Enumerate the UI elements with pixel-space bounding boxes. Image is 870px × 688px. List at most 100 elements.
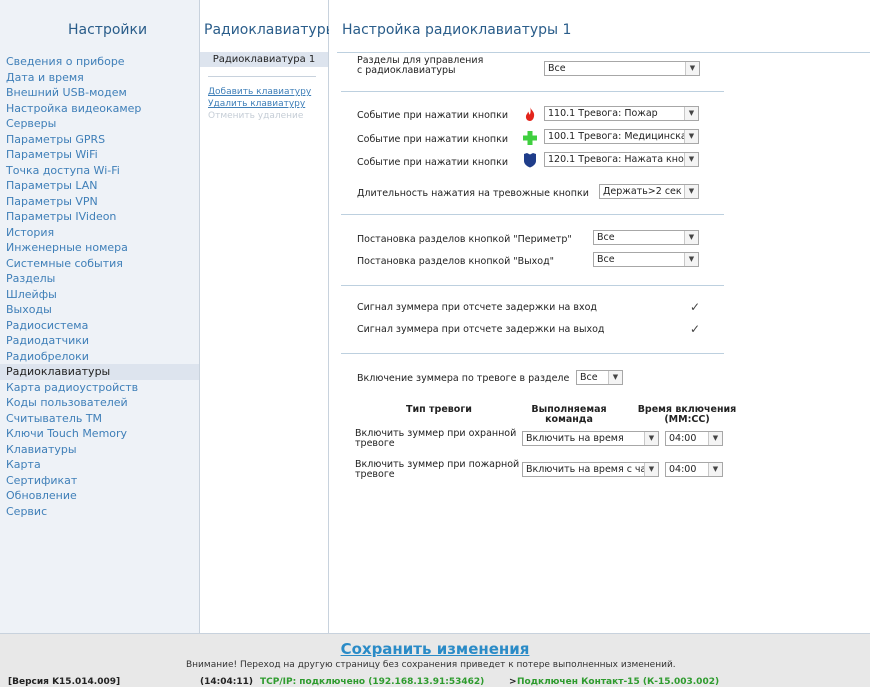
perimeter-select[interactable]: Все ▼ (593, 230, 699, 245)
nav-item[interactable]: Сведения о приборе (0, 54, 199, 70)
buzzer-entry-checkbox[interactable]: ✓ (689, 301, 701, 313)
event-panic-label: Событие при нажатии кнопки (357, 157, 509, 168)
row-fire-label: Включить зуммер при пожарной тревоге (355, 460, 519, 480)
fire-command-value: Включить на время с чатотой (526, 464, 658, 475)
alarm-buzzer-select[interactable]: Все ▼ (576, 370, 623, 385)
nav-item[interactable]: Системные события (0, 256, 199, 272)
guard-command-select[interactable]: Включить на время ▼ (522, 431, 659, 446)
keyboards-title: Радиоклавиатуры (204, 22, 337, 38)
nav-item[interactable]: Радиосистема (0, 318, 199, 334)
event-fire-select[interactable]: 110.1 Тревога: Пожар ▼ (544, 106, 699, 121)
nav-item[interactable]: Радиодатчики (0, 333, 199, 349)
status-bar: [Версия K15.014.009] (14:04:11) TCP/IP: … (0, 677, 870, 688)
nav-item[interactable]: Выходы (0, 302, 199, 318)
nav-item[interactable]: Параметры IVideon (0, 209, 199, 225)
exit-select[interactable]: Все ▼ (593, 252, 699, 267)
divider (341, 353, 724, 354)
chevron-down-icon: ▼ (644, 432, 658, 445)
settings-sidebar: Настройки Сведения о приборе Дата и время… (0, 0, 200, 633)
buzzer-exit-checkbox[interactable]: ✓ (689, 323, 701, 335)
chevron-down-icon: ▼ (684, 153, 698, 166)
partitions-select[interactable]: Все ▼ (544, 61, 700, 76)
fire-icon (525, 107, 535, 121)
divider (341, 285, 724, 286)
event-panic-value: 120.1 Тревога: Нажата кнопка (548, 154, 698, 165)
exit-label: Постановка разделов кнопкой "Выход" (357, 256, 555, 267)
chevron-down-icon: ▼ (708, 432, 722, 445)
add-keyboard-link[interactable]: Добавить клавиатуру (208, 87, 311, 97)
police-shield-icon (524, 153, 536, 168)
keyboard-item-1[interactable]: Радиоклавиатура 1 (200, 52, 328, 67)
chevron-down-icon: ▼ (684, 231, 698, 244)
nav-item[interactable]: Считыватель ТМ (0, 411, 199, 427)
chevron-down-icon: ▼ (708, 463, 722, 476)
page-title: Настройка радиоклавиатуры 1 (342, 22, 572, 38)
save-area: Сохранить изменения (0, 640, 870, 658)
event-fire-label: Событие при нажатии кнопки (357, 110, 509, 121)
guard-time-select[interactable]: 04:00 ▼ (665, 431, 723, 446)
col-alarm-type: Тип тревоги (406, 404, 472, 415)
divider (341, 214, 724, 215)
nav-item[interactable]: Точка доступа Wi-Fi (0, 163, 199, 179)
nav-item[interactable]: Сертификат (0, 473, 199, 489)
undo-delete-link: Отменить удаление (208, 111, 304, 121)
nav-item[interactable]: Шлейфы (0, 287, 199, 303)
chevron-down-icon: ▼ (685, 62, 699, 75)
chevron-down-icon: ▼ (644, 463, 658, 476)
unsaved-warning: Внимание! Переход на другую страницу без… (186, 660, 676, 670)
event-panic-select[interactable]: 120.1 Тревога: Нажата кнопка ▼ (544, 152, 699, 167)
hold-duration-select[interactable]: Держать>2 сек ▼ (599, 184, 699, 199)
divider (341, 91, 724, 92)
nav-item[interactable]: Коды пользователей (0, 395, 199, 411)
main-panel: Настройка радиоклавиатуры 1 Разделы для … (329, 0, 870, 633)
nav-item[interactable]: Радиобрелоки (0, 349, 199, 365)
nav-item[interactable]: Параметры WiFi (0, 147, 199, 163)
col-time-line2: (ММ:СС) (664, 414, 710, 425)
nav-item[interactable]: Настройка видеокамер (0, 101, 199, 117)
nav-item[interactable]: Параметры GPRS (0, 132, 199, 148)
nav-item[interactable]: Ключи Touch Memory (0, 426, 199, 442)
chevron-down-icon: ▼ (684, 253, 698, 266)
chevron-down-icon: ▼ (684, 130, 698, 143)
col-command: Выполняемая команда (519, 405, 619, 425)
fire-command-select[interactable]: Включить на время с чатотой▼ (522, 462, 659, 477)
partitions-label-line2: с радиоклавиатуры (357, 65, 456, 76)
perimeter-value: Все (597, 232, 615, 243)
divider (337, 52, 870, 53)
guard-command-value: Включить на время (526, 433, 624, 444)
footer: Сохранить изменения Внимание! Переход на… (0, 633, 870, 687)
exit-value: Все (597, 254, 615, 265)
nav-item[interactable]: Дата и время (0, 70, 199, 86)
hold-duration-label: Длительность нажатия на тревожные кнопки (357, 188, 589, 199)
nav-item[interactable]: История (0, 225, 199, 241)
alarm-buzzer-label: Включение зуммера по тревоге в разделе (357, 373, 570, 384)
row-guard-label: Включить зуммер при охранной тревоге (355, 429, 516, 449)
nav-item[interactable]: Внешний USB-модем (0, 85, 199, 101)
col-command-line2: команда (545, 414, 593, 425)
nav-item[interactable]: Карта радиоустройств (0, 380, 199, 396)
col-time: Время включения (ММ:СС) (631, 405, 743, 425)
partitions-select-value: Все (548, 63, 566, 74)
chevron-down-icon: ▼ (684, 107, 698, 120)
nav-item[interactable]: Сервис (0, 504, 199, 520)
settings-title: Настройки (68, 22, 148, 38)
buzzer-entry-label: Сигнал зуммера при отсчете задержки на в… (357, 302, 597, 313)
chevron-down-icon: ▼ (608, 371, 622, 384)
nav-item[interactable]: Клавиатуры (0, 442, 199, 458)
perimeter-label: Постановка разделов кнопкой "Периметр" (357, 234, 572, 245)
nav-item[interactable]: Карта (0, 457, 199, 473)
nav-item[interactable]: Разделы (0, 271, 199, 287)
keyboards-panel: Радиоклавиатуры Радиоклавиатура 1 Добави… (200, 0, 337, 633)
save-button[interactable]: Сохранить изменения (341, 640, 530, 658)
nav-item[interactable]: Инженерные номера (0, 240, 199, 256)
delete-keyboard-link[interactable]: Удалить клавиатуру (208, 99, 305, 109)
event-medical-select[interactable]: 100.1 Тревога: Медицинская ▼ (544, 129, 699, 144)
nav-item[interactable]: Параметры VPN (0, 194, 199, 210)
buzzer-exit-label: Сигнал зуммера при отсчете задержки на в… (357, 324, 605, 335)
nav-item[interactable]: Радиоклавиатуры (0, 364, 199, 380)
fire-time-select[interactable]: 04:00 ▼ (665, 462, 723, 477)
divider (208, 76, 316, 77)
nav-item[interactable]: Серверы (0, 116, 199, 132)
nav-item[interactable]: Параметры LAN (0, 178, 199, 194)
nav-item[interactable]: Обновление (0, 488, 199, 504)
